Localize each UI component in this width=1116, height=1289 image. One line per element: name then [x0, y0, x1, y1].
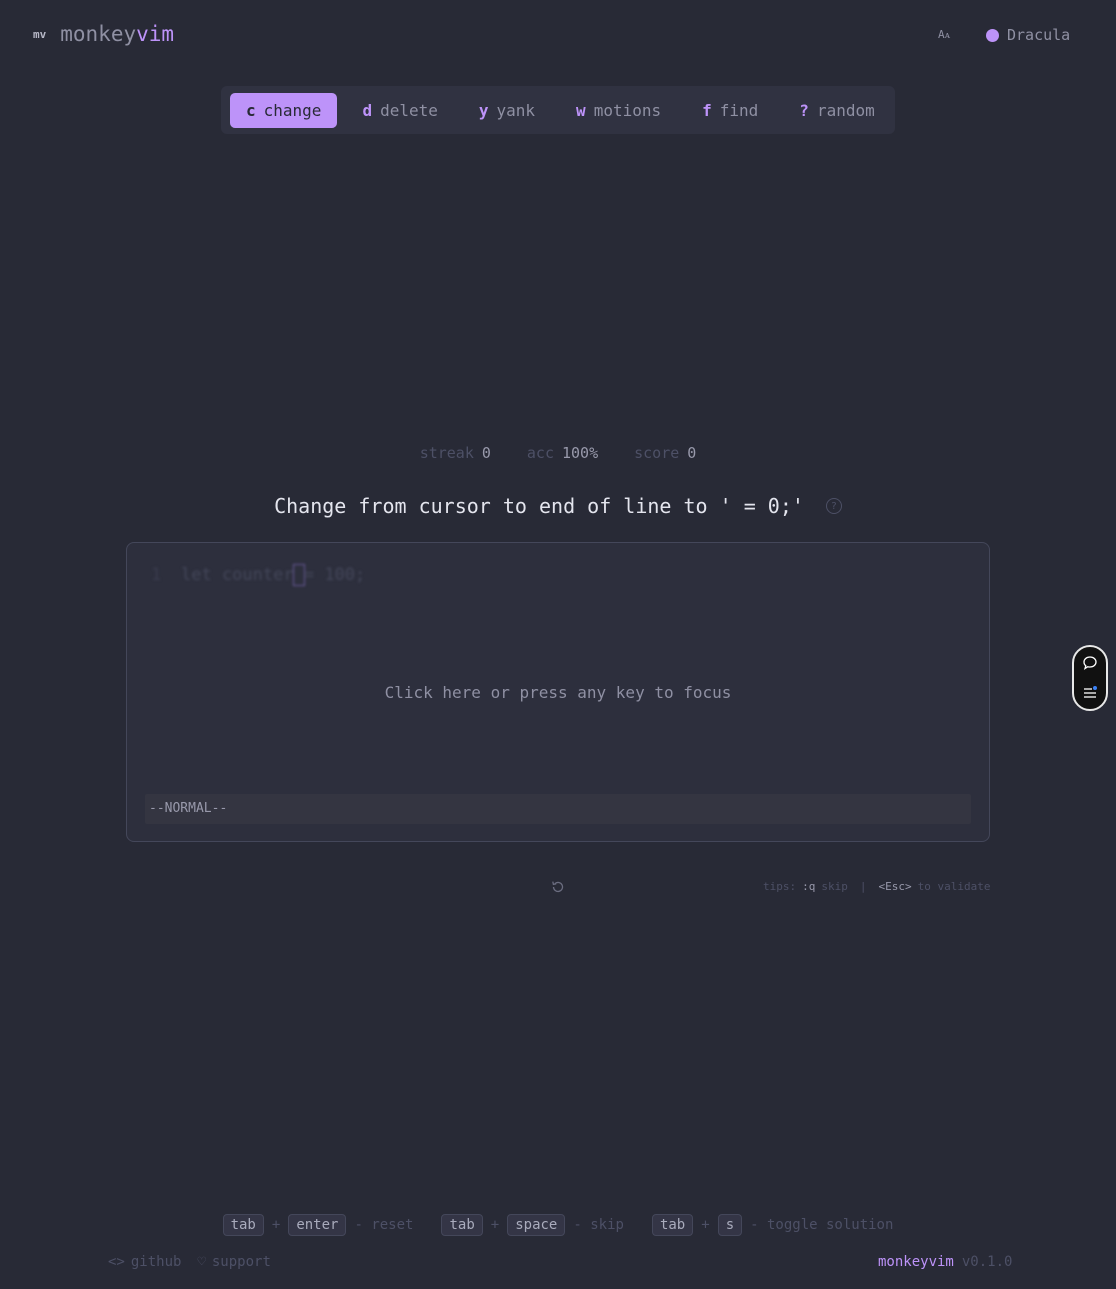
side-widget [1072, 645, 1108, 711]
logo-text-accent: vim [136, 22, 175, 46]
tab-motions[interactable]: w motions [560, 93, 677, 128]
github-label: github [130, 1254, 182, 1270]
stat-acc-label: acc [526, 444, 554, 462]
shortcut-key: s [717, 1214, 743, 1236]
reset-icon[interactable] [550, 879, 566, 895]
code-after-cursor: = 100; [303, 565, 366, 585]
tips-validate-key: <Esc> [878, 880, 912, 893]
stat-score-label: score [634, 444, 680, 462]
stat-score-value: 0 [687, 444, 697, 462]
shortcut-description: - reset [354, 1217, 414, 1233]
tips-skip-label: skip [821, 880, 848, 893]
theme-name: Dracula [1007, 26, 1071, 44]
logo-mark: mv [33, 27, 47, 41]
tab-yank[interactable]: y yank [463, 93, 551, 128]
font-size-toggle-button[interactable]: Aᴀ [938, 28, 950, 41]
support-label: support [211, 1254, 271, 1270]
footer-links: <> github ♡ support [108, 1254, 271, 1270]
shortcut-description: - toggle solution [750, 1217, 894, 1233]
logo-text: monkeyvim [60, 22, 174, 46]
shortcut-key: tab [222, 1214, 264, 1236]
keyboard-shortcuts: tab + enter - reset tab + space - skip tab + s - to… [0, 1214, 1116, 1236]
stat-score: score 0 [634, 444, 696, 462]
shortcut-description: - skip [573, 1217, 624, 1233]
tab-label: delete [380, 100, 438, 120]
code-before-cursor: let counter [181, 565, 294, 585]
theme-color-dot [986, 28, 999, 42]
mode-tabs: c change d delete y yank w motions f find? random [221, 86, 895, 134]
focus-hint[interactable]: Click here or press any key to focus [127, 683, 989, 702]
shortcut: tab + space - skip [441, 1214, 624, 1236]
stat-streak-value: 0 [481, 444, 491, 462]
vim-editor[interactable]: 1 let counter = 100; Click here or press… [126, 542, 990, 842]
github-link[interactable]: <> github [108, 1254, 181, 1270]
tab-change[interactable]: c change [230, 92, 338, 128]
tab-label: find [719, 100, 759, 120]
support-link[interactable]: ♡ support [197, 1254, 270, 1270]
plus-sign: + [490, 1217, 500, 1233]
tips-separator: | [859, 880, 867, 893]
challenge-text: Change from cursor to end of line to ' =… [274, 494, 804, 518]
shortcut: tab + s - toggle solution [651, 1214, 894, 1236]
tab-key: f [702, 100, 712, 120]
code-icon: <> [108, 1254, 125, 1270]
tab-key: ? [799, 100, 809, 120]
plus-sign: + [271, 1217, 281, 1233]
stat-accuracy: acc 100% [527, 444, 598, 462]
editor-cursor [292, 564, 305, 586]
tab-label: motions [593, 100, 662, 120]
tips-prefix: tips: [763, 880, 797, 893]
tab-find[interactable]: f find [686, 93, 774, 128]
logo[interactable]: mv monkeyvim [33, 22, 174, 46]
tab-key: d [362, 100, 373, 120]
footer-brand: monkeyvim [878, 1254, 954, 1270]
help-icon[interactable]: ? [825, 498, 842, 514]
stats-bar: streak 0 acc 100% score 0 [0, 444, 1116, 462]
logo-text-primary: monkey [60, 22, 137, 46]
tab-random[interactable]: ? random [783, 93, 890, 128]
menu-icon[interactable] [1082, 685, 1098, 701]
tab-key: w [576, 100, 586, 120]
shortcut-key: tab [651, 1214, 694, 1236]
tab-label: change [263, 100, 322, 120]
tab-label: yank [496, 100, 536, 120]
theme-selector-button[interactable]: Dracula [986, 26, 1070, 44]
plus-sign: + [701, 1217, 710, 1233]
footer-brand-version: monkeyvim v0.1.0 [878, 1254, 1012, 1270]
vim-mode-statusline: --NORMAL-- [145, 794, 971, 824]
shortcut-key: space [507, 1214, 566, 1236]
shortcut-key: tab [441, 1214, 483, 1236]
code-line: 1 let counter = 100; [151, 564, 366, 586]
tab-key: y [478, 100, 489, 120]
shortcut-key: enter [288, 1214, 347, 1236]
tips-skip-key: :q [802, 880, 816, 893]
tab-delete[interactable]: d delete [346, 93, 453, 128]
tips: tips: :q skip | <Esc> to validate [763, 880, 990, 893]
stat-streak: streak 0 [420, 444, 491, 462]
line-number: 1 [151, 565, 162, 585]
tab-key: c [246, 100, 256, 120]
tab-label: random [816, 100, 875, 120]
footer-version: v0.1.0 [961, 1254, 1013, 1270]
stat-streak-label: streak [419, 444, 474, 462]
heart-icon: ♡ [197, 1254, 206, 1270]
chat-icon[interactable] [1082, 655, 1098, 671]
challenge-prompt: Change from cursor to end of line to ' =… [0, 494, 1116, 518]
tips-validate-label: to validate [917, 880, 991, 893]
shortcut: tab + enter - reset [222, 1214, 414, 1236]
stat-acc-value: 100% [562, 444, 599, 462]
